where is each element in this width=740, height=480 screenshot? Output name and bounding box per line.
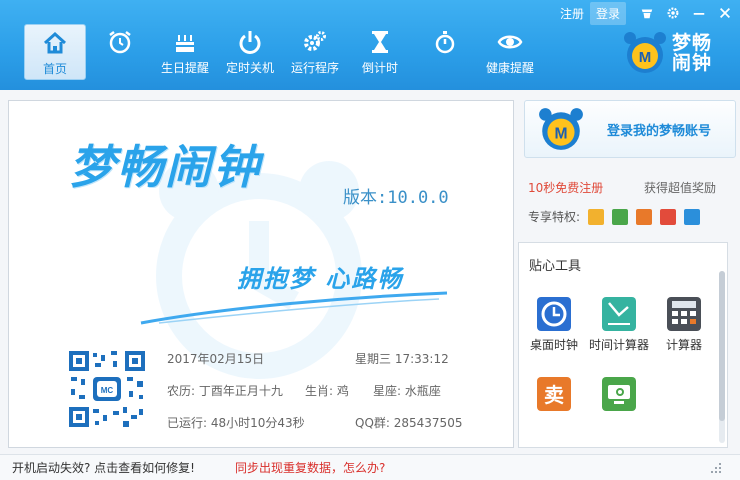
close-icon[interactable] [714, 2, 736, 24]
stopwatch-icon [431, 28, 459, 56]
account-login-label: 登录我的梦畅账号 [607, 123, 712, 139]
bonus-link[interactable]: 获得超值奖励 [644, 179, 716, 196]
tools-title: 贴心工具 [529, 259, 582, 274]
constellation-text: 星座: 水瓶座 [373, 384, 441, 398]
tools-scrollbar[interactable] [719, 271, 725, 443]
home-icon [41, 29, 69, 57]
power-icon [236, 28, 264, 56]
free-register-link[interactable]: 10秒免费注册 [528, 179, 603, 196]
nav-countdown[interactable]: 倒计时 [349, 24, 411, 80]
app-logo-title: 梦畅闹钟 [69, 140, 261, 194]
qr-code: MC [67, 349, 147, 429]
alarm-mascot-icon: M [539, 108, 583, 150]
qq-group-text: QQ群: 285437505 [355, 416, 463, 430]
nav-label: 倒计时 [361, 61, 398, 75]
present-perk-icon[interactable] [660, 208, 677, 225]
nav-label: 运行程序 [290, 61, 339, 75]
tools-panel: 贴心工具 桌面时钟 时间计算器 计算器 卖 [518, 242, 728, 448]
version-text: 版本:10.0.0 [343, 188, 449, 208]
hourglass-icon [366, 28, 394, 56]
autostart-fix-link[interactable]: 开机启动失效? 点击查看如何修复! [12, 459, 195, 476]
sell-reminder-icon: 卖 [537, 377, 571, 411]
rocket-perk-icon[interactable] [612, 208, 629, 225]
svg-text:M: M [554, 125, 567, 142]
scrollbar-thumb[interactable] [719, 271, 725, 421]
swoosh-decoration [140, 291, 448, 325]
tool-label: 时间计算器 [589, 338, 650, 352]
time-calculator-icon [602, 297, 636, 331]
header-bar: 注册 登录 首页 生日提醒 定时关机 运行程序 倒计时 健康提醒 M 梦畅闹钟 [0, 0, 740, 90]
svg-text:卖: 卖 [544, 383, 564, 407]
brand-logo: M 梦畅闹钟 [622, 30, 726, 76]
eye-icon [496, 28, 524, 56]
nav-birthday[interactable]: 生日提醒 [154, 24, 216, 80]
tool-label: 桌面时钟 [529, 338, 578, 352]
status-bar: 开机启动失效? 点击查看如何修复! 同步出现重复数据，怎么办? [0, 454, 740, 480]
cloud-perk-icon[interactable] [684, 208, 701, 225]
nav-label: 生日提醒 [160, 61, 209, 75]
perks-label: 专享特权: [528, 210, 581, 224]
gift-perk-icon[interactable] [588, 208, 605, 225]
settings-gear-icon[interactable] [662, 2, 684, 24]
nav-label: 首页 [42, 62, 67, 76]
top-right-bar: 注册 登录 [554, 0, 740, 26]
nav-label: 定时关机 [225, 61, 274, 75]
nav-stopwatch[interactable] [414, 24, 476, 80]
nav-home[interactable]: 首页 [24, 24, 86, 80]
alarm-mascot-icon: M [624, 32, 666, 73]
main-nav: 首页 生日提醒 定时关机 运行程序 倒计时 健康提醒 [24, 24, 544, 80]
welcome-panel: 梦畅闹钟 版本:10.0.0 拥抱梦 心路畅 MC 2017年02月15日 星期… [8, 100, 514, 448]
minimize-icon[interactable] [688, 2, 710, 24]
nav-label: 健康提醒 [485, 61, 534, 75]
login-button[interactable]: 登录 [589, 1, 626, 25]
birthday-cake-icon [171, 28, 199, 56]
tool-desktop-clock[interactable]: 桌面时钟 [524, 297, 584, 353]
tool-time-calculator[interactable]: 时间计算器 [589, 297, 649, 353]
promo-row: 10秒免费注册 获得超值奖励 [528, 179, 738, 196]
svg-text:MC: MC [101, 386, 114, 395]
lunar-date: 农历: 丁酉年正月十九 [167, 384, 283, 398]
tool-label: 计算器 [665, 338, 702, 352]
svg-text:M: M [639, 49, 652, 66]
account-login-button[interactable]: M 登录我的梦畅账号 [524, 100, 736, 158]
register-link[interactable]: 注册 [554, 2, 590, 25]
nav-run-program[interactable]: 运行程序 [284, 24, 346, 80]
current-date: 2017年02月15日 [167, 352, 265, 366]
nav-shutdown[interactable]: 定时关机 [219, 24, 281, 80]
zodiac-text: 生肖: 鸡 [305, 384, 349, 398]
gears-icon [301, 28, 329, 56]
calendar-perk-icon[interactable] [636, 208, 653, 225]
sync-duplicate-link[interactable]: 同步出现重复数据，怎么办? [235, 459, 385, 476]
tool-sell-reminder[interactable]: 卖 [524, 377, 584, 416]
brand-name: 梦畅闹钟 [672, 32, 713, 74]
resize-grip-icon[interactable] [710, 462, 722, 474]
tool-monitor[interactable] [589, 377, 649, 416]
nav-health[interactable]: 健康提醒 [479, 24, 541, 80]
weekday-time: 星期三 17:33:12 [355, 352, 449, 366]
monitor-icon [602, 377, 636, 411]
tool-calculator[interactable]: 计算器 [654, 297, 714, 353]
calculator-icon [667, 297, 701, 331]
desktop-clock-icon [537, 297, 571, 331]
perks-row: 专享特权: [528, 208, 701, 225]
nav-alarm[interactable] [89, 24, 151, 80]
skin-icon[interactable] [636, 2, 658, 24]
alarm-clock-icon [106, 28, 134, 56]
uptime-text: 已运行: 48小时10分43秒 [167, 416, 305, 430]
